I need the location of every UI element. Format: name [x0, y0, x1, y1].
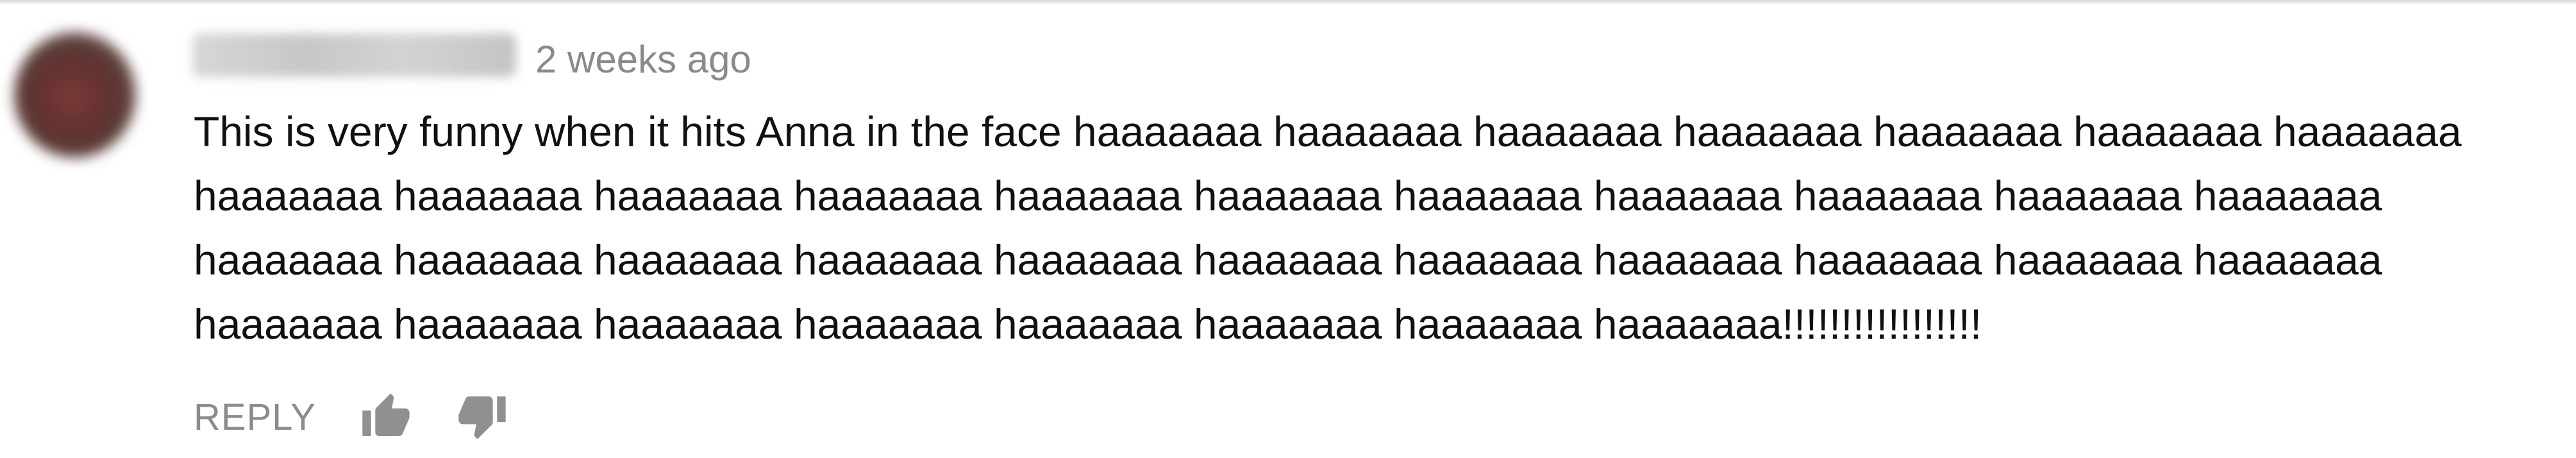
comment-text-line: This is very funny when it hits Anna in … — [194, 108, 2462, 155]
blurred-author-name[interactable] — [192, 33, 516, 77]
comment-text-line: haaaaaaa haaaaaaa haaaaaaa haaaaaaa haaa… — [194, 236, 2382, 284]
thumb-up-icon — [362, 393, 410, 436]
thumb-down-icon — [458, 396, 506, 439]
comment-item: 2 weeks ago This is very funny when it h… — [0, 0, 2576, 458]
comment-timestamp[interactable]: 2 weeks ago — [535, 37, 751, 82]
comment-text-line: haaaaaaa haaaaaaa haaaaaaa haaaaaaa haaa… — [194, 300, 1982, 348]
user-avatar[interactable] — [14, 32, 136, 158]
comment-text-line: haaaaaaa haaaaaaa haaaaaaa haaaaaaa haaa… — [194, 172, 2382, 219]
like-button[interactable] — [360, 391, 412, 443]
comment-text: This is very funny when it hits Anna in … — [194, 99, 2566, 356]
reply-button[interactable]: REPLY — [194, 394, 316, 441]
dislike-button[interactable] — [456, 390, 508, 441]
